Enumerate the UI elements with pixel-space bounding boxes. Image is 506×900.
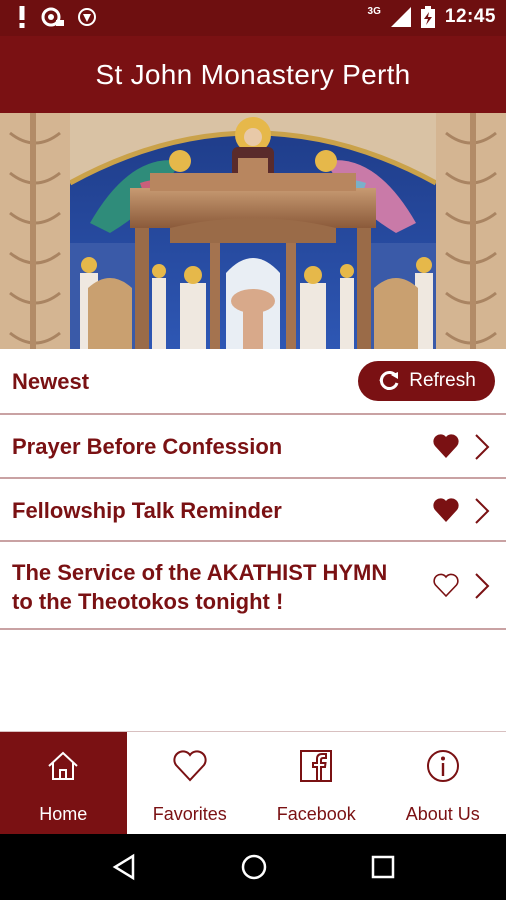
heart-filled-icon[interactable] bbox=[432, 433, 460, 459]
app-bar: St John Monastery Perth bbox=[0, 36, 506, 113]
tab-about-label: About Us bbox=[405, 804, 480, 824]
list-item[interactable]: Fellowship Talk Reminder bbox=[0, 479, 506, 542]
shield-icon bbox=[78, 8, 96, 26]
network-type: 3G bbox=[367, 5, 381, 17]
heart-icon bbox=[173, 750, 207, 782]
post-list: Prayer Before Confession Fellowship Talk… bbox=[0, 415, 506, 630]
list-item-title-line1: The Service of the AKATHIST HYMN bbox=[12, 560, 388, 585]
chevron-right-icon bbox=[475, 498, 490, 524]
section-title: Newest bbox=[12, 369, 90, 394]
bottom-navigation: Home Favorites Facebook About Us bbox=[0, 731, 506, 834]
signal-icon bbox=[390, 7, 411, 27]
battery-icon bbox=[420, 6, 435, 28]
chevron-right-icon bbox=[475, 573, 490, 599]
home-icon bbox=[48, 751, 78, 780]
heart-filled-icon[interactable] bbox=[432, 497, 460, 523]
refresh-button[interactable]: Refresh bbox=[358, 361, 495, 401]
tab-about[interactable]: About Us bbox=[380, 732, 506, 834]
tab-facebook[interactable]: Facebook bbox=[253, 732, 380, 834]
list-item[interactable]: The Service of the AKATHIST HYMN to the … bbox=[0, 542, 506, 630]
section-header: Newest Refresh bbox=[0, 349, 506, 415]
chevron-right-icon bbox=[475, 434, 490, 460]
refresh-label: Refresh bbox=[409, 370, 476, 391]
tab-home-label: Home bbox=[39, 804, 88, 824]
tab-favorites-label: Favorites bbox=[152, 804, 227, 824]
tab-favorites[interactable]: Favorites bbox=[127, 732, 254, 834]
app-title: St John Monastery Perth bbox=[95, 58, 411, 90]
list-item-title-line2: to the Theotokos tonight ! bbox=[12, 589, 284, 614]
sync-icon bbox=[41, 7, 64, 27]
list-item-title: Prayer Before Confession bbox=[12, 434, 283, 459]
facebook-icon bbox=[300, 750, 333, 782]
system-navigation-bar bbox=[0, 834, 506, 900]
tab-home[interactable]: Home bbox=[0, 732, 127, 834]
recents-icon[interactable] bbox=[371, 855, 395, 879]
alert-icon bbox=[19, 6, 25, 28]
tab-facebook-label: Facebook bbox=[276, 804, 356, 824]
status-bar: 3G 12:45 bbox=[0, 0, 506, 36]
refresh-icon bbox=[379, 371, 399, 390]
list-item[interactable]: Prayer Before Confession bbox=[0, 415, 506, 479]
clock: 12:45 bbox=[444, 6, 496, 27]
home-circle-icon[interactable] bbox=[240, 853, 268, 881]
back-icon[interactable] bbox=[111, 853, 137, 881]
heart-outline-icon[interactable] bbox=[432, 572, 460, 598]
hero-image bbox=[0, 113, 506, 349]
info-icon bbox=[426, 750, 459, 782]
list-item-title: Fellowship Talk Reminder bbox=[12, 498, 282, 523]
